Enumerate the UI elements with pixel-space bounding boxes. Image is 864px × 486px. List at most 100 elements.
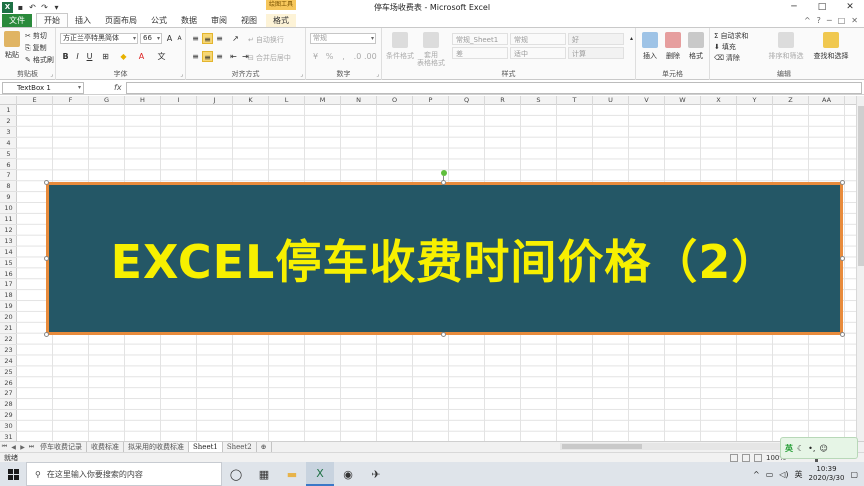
sheet-tab-sheet2[interactable]: Sheet2 bbox=[223, 442, 257, 452]
tab-view[interactable]: 视图 bbox=[234, 14, 264, 27]
column-header[interactable]: L bbox=[269, 96, 305, 105]
resize-handle-s[interactable] bbox=[441, 332, 446, 337]
row-header[interactable]: 18 bbox=[0, 290, 17, 302]
row-header[interactable]: 29 bbox=[0, 410, 17, 422]
copy-button[interactable]: ⎘ 复制 bbox=[25, 43, 47, 53]
align-top-icon[interactable]: ≡ bbox=[190, 33, 201, 44]
currency-icon[interactable]: ¥ bbox=[310, 51, 321, 62]
workbook-close-icon[interactable]: ✕ bbox=[851, 16, 858, 25]
select-all-corner[interactable] bbox=[0, 96, 17, 105]
maximize-icon[interactable]: □ bbox=[808, 0, 836, 14]
tab-data[interactable]: 数据 bbox=[174, 14, 204, 27]
row-header[interactable]: 1 bbox=[0, 105, 17, 116]
sheet-tab-records[interactable]: 停车收费记录 bbox=[36, 442, 87, 452]
file-explorer-icon[interactable]: ▬ bbox=[278, 462, 306, 486]
resize-handle-n[interactable] bbox=[441, 180, 446, 185]
notification-icon[interactable]: ▢ bbox=[850, 470, 858, 479]
column-header[interactable]: G bbox=[89, 96, 125, 105]
column-header[interactable]: M bbox=[305, 96, 341, 105]
vertical-scroll-thumb[interactable] bbox=[858, 106, 864, 266]
row-header[interactable]: 17 bbox=[0, 279, 17, 291]
percent-icon[interactable]: % bbox=[324, 51, 335, 62]
last-sheet-icon[interactable]: ⏭ bbox=[27, 443, 36, 451]
resize-handle-w[interactable] bbox=[44, 256, 49, 261]
help-icon[interactable]: ? bbox=[817, 16, 821, 25]
column-header[interactable]: P bbox=[413, 96, 449, 105]
column-header[interactable]: S bbox=[521, 96, 557, 105]
app-taskbar-icon[interactable]: ◉ bbox=[334, 462, 362, 486]
workbook-minimize-icon[interactable]: ─ bbox=[827, 16, 832, 25]
decrease-indent-icon[interactable]: ⇤ bbox=[228, 51, 239, 62]
column-header[interactable]: Y bbox=[737, 96, 773, 105]
normal-view-icon[interactable] bbox=[730, 454, 738, 462]
ime-punct-icon[interactable]: •, bbox=[808, 444, 815, 453]
row-header[interactable]: 15 bbox=[0, 258, 17, 269]
italic-icon[interactable]: I bbox=[72, 51, 83, 62]
volume-icon[interactable]: ◁) bbox=[779, 470, 788, 479]
style-normal-sheet1[interactable]: 常规_Sheet1 bbox=[452, 33, 508, 45]
row-header[interactable]: 6 bbox=[0, 160, 17, 171]
resize-handle-e[interactable] bbox=[840, 256, 845, 261]
column-header[interactable]: I bbox=[161, 96, 197, 105]
row-header[interactable]: 4 bbox=[0, 138, 17, 149]
font-name-select[interactable]: 方正兰亭特黑简体 bbox=[60, 33, 138, 44]
autosum-button[interactable]: Σ 自动求和 bbox=[714, 31, 748, 41]
tab-review[interactable]: 审阅 bbox=[204, 14, 234, 27]
name-box[interactable]: TextBox 1 bbox=[2, 81, 84, 94]
row-header[interactable]: 16 bbox=[0, 269, 17, 280]
number-format-select[interactable]: 常规 bbox=[310, 33, 376, 44]
resize-handle-nw[interactable] bbox=[44, 180, 49, 185]
font-color-icon[interactable]: A bbox=[136, 51, 147, 62]
column-header[interactable]: U bbox=[593, 96, 629, 105]
close-icon[interactable]: ✕ bbox=[836, 0, 864, 14]
paste-button[interactable]: 粘贴 bbox=[4, 31, 20, 60]
row-header[interactable]: 28 bbox=[0, 399, 17, 411]
underline-icon[interactable]: U bbox=[84, 51, 95, 62]
row-header[interactable]: 19 bbox=[0, 301, 17, 313]
column-header[interactable]: AA bbox=[809, 96, 845, 105]
format-cells-button[interactable]: 格式 bbox=[686, 32, 706, 61]
column-header[interactable]: F bbox=[53, 96, 89, 105]
row-header[interactable]: 2 bbox=[0, 116, 17, 127]
formula-input[interactable] bbox=[125, 81, 862, 94]
tray-lang[interactable]: 英 bbox=[795, 469, 803, 480]
first-sheet-icon[interactable]: ⏮ bbox=[0, 443, 9, 451]
decrease-decimal-icon[interactable]: .00 bbox=[364, 51, 377, 62]
clear-button[interactable]: ⌫ 清除 bbox=[714, 53, 740, 63]
ime-lang[interactable]: 英 bbox=[785, 443, 793, 454]
new-sheet-icon[interactable]: ⊕ bbox=[257, 442, 272, 452]
tab-home[interactable]: 开始 bbox=[36, 13, 68, 27]
customize-qa-icon[interactable]: ▾ bbox=[52, 3, 61, 12]
align-middle-icon[interactable]: ≡ bbox=[202, 33, 213, 44]
resize-handle-sw[interactable] bbox=[44, 332, 49, 337]
align-right-icon[interactable]: ≡ bbox=[214, 51, 225, 62]
task-view-icon[interactable]: ◯ bbox=[222, 462, 250, 486]
vertical-scrollbar[interactable] bbox=[856, 96, 864, 441]
merge-center-button[interactable]: ⊟ 合并后居中 bbox=[248, 53, 291, 63]
column-header[interactable]: T bbox=[557, 96, 593, 105]
network-icon[interactable]: ▭ bbox=[766, 470, 774, 479]
row-header[interactable]: 24 bbox=[0, 356, 17, 367]
row-header[interactable]: 3 bbox=[0, 127, 17, 138]
save-icon[interactable]: ▪ bbox=[16, 3, 25, 12]
row-header[interactable]: 11 bbox=[0, 214, 17, 225]
sort-filter-button[interactable]: 排序和筛选 bbox=[766, 32, 806, 61]
conditional-format-button[interactable]: 条件格式 bbox=[386, 32, 414, 61]
undo-icon[interactable]: ↶ bbox=[28, 3, 37, 12]
start-button[interactable] bbox=[0, 462, 26, 486]
column-header[interactable]: Z bbox=[773, 96, 809, 105]
column-header[interactable]: W bbox=[665, 96, 701, 105]
clipboard-launcher-icon[interactable]: ⌟ bbox=[50, 71, 53, 78]
find-select-button[interactable]: 查找和选择 bbox=[808, 32, 854, 61]
style-normal[interactable]: 常规 bbox=[510, 33, 566, 45]
tray-chevron-icon[interactable]: ^ bbox=[753, 470, 760, 479]
column-header[interactable]: R bbox=[485, 96, 521, 105]
align-left-icon[interactable]: ≡ bbox=[190, 51, 201, 62]
sheet-tab-standard[interactable]: 收费标准 bbox=[87, 442, 124, 452]
tab-formulas[interactable]: 公式 bbox=[144, 14, 174, 27]
insert-cells-button[interactable]: 插入 bbox=[640, 32, 660, 61]
column-header[interactable]: N bbox=[341, 96, 377, 105]
increase-decimal-icon[interactable]: .0 bbox=[352, 51, 363, 62]
resize-handle-se[interactable] bbox=[840, 332, 845, 337]
workbook-restore-icon[interactable]: □ bbox=[838, 16, 846, 25]
